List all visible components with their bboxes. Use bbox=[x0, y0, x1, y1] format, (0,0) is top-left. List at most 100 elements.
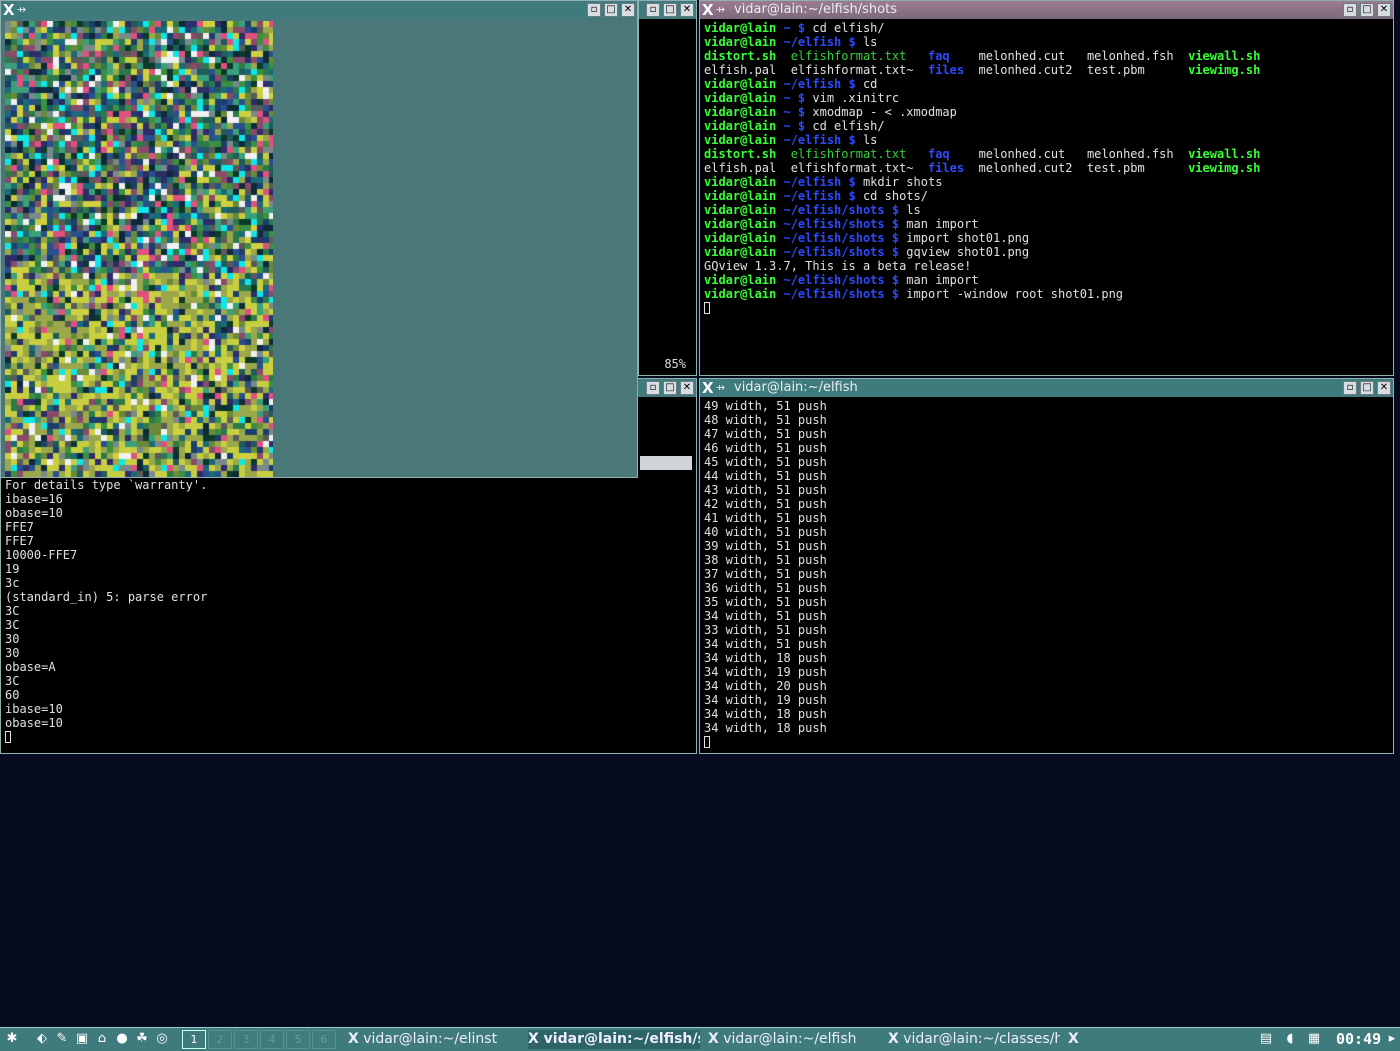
pin-icon[interactable]: ⇸ bbox=[716, 379, 725, 397]
globe-icon[interactable]: ● bbox=[114, 1031, 130, 1047]
task-untitled[interactable]: X bbox=[1068, 1030, 1088, 1049]
terminal-line: ibase=10 bbox=[5, 702, 63, 716]
close-button[interactable]: ✕ bbox=[621, 3, 635, 17]
window-buttons: ▫ □ ✕ bbox=[646, 3, 694, 17]
clock[interactable]: 00:49 bbox=[1336, 1030, 1381, 1049]
terminal-line: 49 width, 51 push bbox=[704, 399, 827, 413]
terminal-line: vidar@lain ~ $ vim .xinitrc bbox=[704, 91, 900, 105]
close-button[interactable]: ✕ bbox=[680, 3, 694, 17]
terminal-line: 38 width, 51 push bbox=[704, 553, 827, 567]
image-viewer-titlebar[interactable]: X ⇸ ▫ □ ✕ bbox=[1, 1, 637, 19]
terminal-line: vidar@lain ~/elfish/shots $ import -wind… bbox=[704, 287, 1124, 301]
terminal-line: 34 width, 18 push bbox=[704, 721, 827, 735]
terminal-elfish-window[interactable]: X ⇸ vidar@lain:~/elfish ▫ □ ✕ 49 width, … bbox=[699, 378, 1394, 754]
close-button[interactable]: ✕ bbox=[1377, 381, 1391, 395]
x-logo-icon: X bbox=[1068, 1031, 1079, 1047]
terminal-line: vidar@lain ~/elfish/shots $ ls bbox=[704, 203, 921, 217]
scroll-indicator[interactable] bbox=[640, 456, 692, 470]
terminal-line: 34 width, 51 push bbox=[704, 609, 827, 623]
minimize-button[interactable]: ▫ bbox=[587, 3, 601, 17]
launcher-icon[interactable]: ⬖ bbox=[34, 1031, 50, 1047]
small-pane-titlebar[interactable]: ▫ □ ✕ bbox=[639, 1, 696, 19]
terminal-line: vidar@lain ~/elfish/shots $ man import bbox=[704, 217, 979, 231]
terminal-line: 40 width, 51 push bbox=[704, 525, 827, 539]
terminal-line: ibase=16 bbox=[5, 492, 63, 506]
maximize-button[interactable]: □ bbox=[663, 381, 677, 395]
task-classes[interactable]: X vidar@lain:~/classes/hc bbox=[888, 1030, 1060, 1049]
terminal-line: obase=A bbox=[5, 660, 56, 674]
terminal-line: 46 width, 51 push bbox=[704, 441, 827, 455]
task-elfish[interactable]: X vidar@lain:~/elfish bbox=[708, 1030, 880, 1049]
terminal-shots-output[interactable]: vidar@lain ~ $ cd elfish/vidar@lain ~/el… bbox=[704, 21, 1391, 373]
pixel-image bbox=[5, 21, 273, 477]
small-pane-window[interactable]: ▫ □ ✕ 85% bbox=[638, 0, 697, 376]
terminal-line: vidar@lain ~/elfish $ cd shots/ bbox=[704, 189, 928, 203]
window-buttons: ▫ □ ✕ bbox=[587, 3, 635, 17]
terminal-line: GQview 1.3.7, This is a beta release! bbox=[704, 259, 972, 273]
settings-icon[interactable]: ☘ bbox=[134, 1031, 150, 1047]
terminal-elfish-output[interactable]: 49 width, 51 push 48 width, 51 push 47 wid… bbox=[704, 399, 1391, 751]
clipboard-icon[interactable]: ▤ bbox=[1258, 1031, 1274, 1047]
terminal-shots-titlebar[interactable]: X ⇸ vidar@lain:~/elfish/shots ▫ □ ✕ bbox=[700, 1, 1393, 19]
terminal-line: 37 width, 51 push bbox=[704, 567, 827, 581]
minimize-button[interactable]: ▫ bbox=[1343, 3, 1357, 17]
maximize-button[interactable]: □ bbox=[1360, 3, 1374, 17]
pin-icon[interactable]: ⇸ bbox=[17, 1, 26, 19]
workspace-button-1[interactable]: 1 bbox=[182, 1030, 206, 1049]
terminal-line: 39 width, 51 push bbox=[704, 539, 827, 553]
terminal-line: FFE7 bbox=[5, 534, 34, 548]
terminal-line: 36 width, 51 push bbox=[704, 581, 827, 595]
maximize-button[interactable]: □ bbox=[604, 3, 618, 17]
terminal-line: FFE7 bbox=[5, 520, 34, 534]
workspace-button-2[interactable]: 2 bbox=[208, 1030, 232, 1049]
task-elfish-shots[interactable]: X vidar@lain:~/elfish/sh bbox=[528, 1030, 700, 1049]
arrow-right-icon[interactable]: ▸ bbox=[1384, 1031, 1400, 1047]
terminal-line: 34 width, 19 push bbox=[704, 693, 827, 707]
terminal-line: vidar@lain ~ $ cd elfish/ bbox=[704, 119, 885, 133]
workspace-button-6[interactable]: 6 bbox=[312, 1030, 336, 1049]
workspace-button-3[interactable]: 3 bbox=[234, 1030, 258, 1049]
terminal-elfish-titlebar[interactable]: X ⇸ vidar@lain:~/elfish ▫ □ ✕ bbox=[700, 379, 1393, 397]
text-cursor bbox=[5, 731, 11, 743]
maximize-button[interactable]: □ bbox=[663, 3, 677, 17]
window-title: vidar@lain:~/elfish/shots bbox=[734, 2, 897, 17]
pin-icon[interactable]: ⇸ bbox=[716, 1, 725, 19]
close-button[interactable]: ✕ bbox=[680, 381, 694, 395]
terminal-shots-window[interactable]: X ⇸ vidar@lain:~/elfish/shots ▫ □ ✕ vida… bbox=[699, 0, 1394, 376]
minimize-button[interactable]: ▫ bbox=[646, 381, 660, 395]
terminal-line: vidar@lain ~/elfish/shots $ gqview shot0… bbox=[704, 245, 1030, 259]
terminal-line: vidar@lain ~/elfish/shots $ man import bbox=[704, 273, 979, 287]
image-viewer-window[interactable]: X ⇸ ▫ □ ✕ bbox=[0, 0, 638, 478]
terminal-line: 35 width, 51 push bbox=[704, 595, 827, 609]
terminal-line: distort.sh elfishformat.txt faq melonhed… bbox=[704, 49, 1261, 63]
terminal-bc-output[interactable]: This is free software with ABSOLUTELY NO… bbox=[5, 464, 694, 751]
terminal-line: 34 width, 19 push bbox=[704, 665, 827, 679]
task-elinst[interactable]: X vidar@lain:~/elinst bbox=[348, 1030, 526, 1049]
volume-icon[interactable]: ◖ bbox=[1282, 1031, 1298, 1047]
minimize-button[interactable]: ▫ bbox=[1343, 381, 1357, 395]
terminal-line: vidar@lain ~/elfish $ ls bbox=[704, 35, 878, 49]
text-cursor bbox=[704, 302, 710, 314]
terminal-line: 34 width, 18 push bbox=[704, 707, 827, 721]
editor-icon[interactable]: ✎ bbox=[54, 1031, 70, 1047]
terminal-line: 44 width, 51 push bbox=[704, 469, 827, 483]
workspace-button-5[interactable]: 5 bbox=[286, 1030, 310, 1049]
terminal-line: 19 bbox=[5, 562, 20, 576]
minimize-button[interactable]: ▫ bbox=[646, 3, 660, 17]
monitor-icon[interactable]: ▦ bbox=[1306, 1031, 1322, 1047]
x-logo-icon: X bbox=[888, 1031, 899, 1047]
terminal-line: 33 width, 51 push bbox=[704, 623, 827, 637]
terminal-line: 30 bbox=[5, 646, 20, 660]
workspace-button-4[interactable]: 4 bbox=[260, 1030, 284, 1049]
terminal-line: 3C bbox=[5, 618, 20, 632]
start-menu-icon[interactable]: ✱ bbox=[4, 1031, 20, 1047]
x-logo-icon: X bbox=[528, 1031, 539, 1047]
terminal-line: obase=10 bbox=[5, 506, 63, 520]
help-icon[interactable]: ◎ bbox=[154, 1031, 170, 1047]
close-button[interactable]: ✕ bbox=[1377, 3, 1391, 17]
terminal-line: 34 width, 51 push bbox=[704, 637, 827, 651]
maximize-button[interactable]: □ bbox=[1360, 381, 1374, 395]
terminal-icon[interactable]: ▣ bbox=[74, 1031, 90, 1047]
home-icon[interactable]: ⌂ bbox=[94, 1031, 110, 1047]
x-logo-icon: X bbox=[708, 1031, 719, 1047]
